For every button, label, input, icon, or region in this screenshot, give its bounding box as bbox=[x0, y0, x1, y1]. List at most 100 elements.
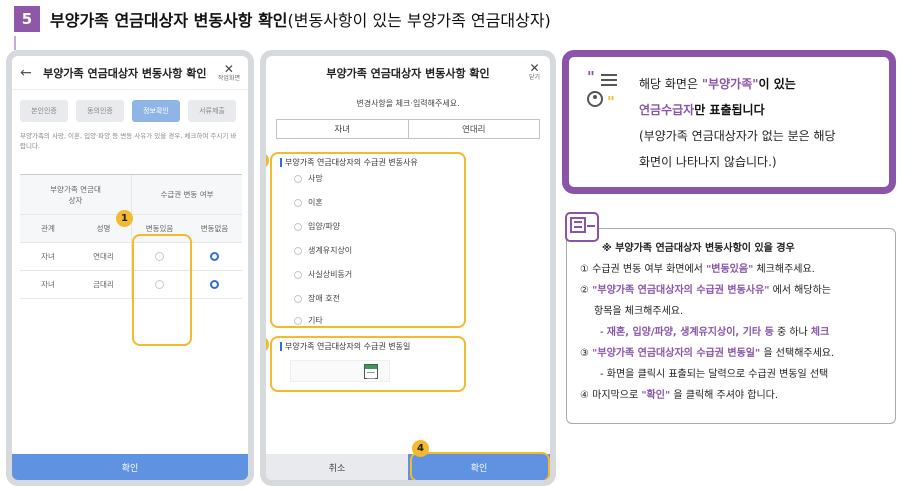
section-title: 부양가족 연금대상자 변동사항 확인 bbox=[50, 11, 288, 30]
tab-relation[interactable]: 자녀 bbox=[276, 119, 409, 139]
info-line-1: 해당 화면은 "부양가족"이 있는 bbox=[639, 71, 836, 97]
cell-name: 연대리 bbox=[76, 243, 132, 270]
reason-option[interactable]: 기타 bbox=[294, 315, 323, 326]
phone-screen-details: 부양가족 연금대상자 변동사항 확인 ✕ 닫기 변경사항을 체크·입력해주세요.… bbox=[260, 50, 556, 486]
note-text: ③ bbox=[580, 348, 593, 359]
date-section-label: 부양가족 연금대상자의 수급권 변동일 bbox=[285, 342, 411, 351]
instruction-text: 변경사항을 체크·입력해주세요. bbox=[356, 99, 460, 108]
info-line-3: (부양가족 연금대상자가 없는 분은 해당 bbox=[639, 129, 836, 143]
step-badge-4: 4 bbox=[412, 440, 429, 457]
info-callout: " " 해당 화면은 "부양가족"이 있는 연금수급자만 표출됩니다 (부양가족… bbox=[562, 50, 896, 194]
table-row: 자녀 금대리 bbox=[20, 271, 242, 299]
note-text: - bbox=[600, 327, 607, 338]
close-button[interactable]: ✕ 작업화면 bbox=[218, 63, 240, 82]
reason-label: 사망 bbox=[308, 174, 323, 183]
radio-unchanged[interactable] bbox=[210, 252, 219, 261]
note-text: ② bbox=[580, 285, 593, 296]
date-section-title: 부양가족 연금대상자의 수급권 변동일 bbox=[280, 341, 410, 352]
radio-reason[interactable] bbox=[294, 316, 302, 325]
radio-reason[interactable] bbox=[294, 294, 302, 303]
info-highlight-recipient: 연금수급자 bbox=[639, 103, 695, 117]
close-label: 닫기 bbox=[528, 74, 540, 81]
note-3: ③ "부양가족 연금대상자의 수급권 변동일" 을 선택해주세요. bbox=[580, 343, 834, 364]
reason-option[interactable]: 입양/파양 bbox=[294, 221, 340, 232]
note-highlight: "부양가족 연금대상자의 수급권 변동사유" bbox=[592, 285, 770, 296]
section-number: 5 bbox=[14, 6, 40, 32]
cell-relation: 자녀 bbox=[41, 280, 55, 289]
note-highlight: 재혼, 입양/파양, 생계유지상이, 기타 등 bbox=[606, 327, 774, 338]
note-text: 을 클릭해 주셔야 합니다. bbox=[670, 390, 779, 401]
cell-relation: 자녀 bbox=[41, 252, 55, 261]
speech-quote-icon: " " bbox=[587, 69, 617, 109]
step-badge-1: 1 bbox=[116, 210, 133, 227]
note-2-cont: 항목을 체크해주세요. bbox=[594, 306, 684, 317]
note-text: ④ 마지막으로 bbox=[580, 390, 642, 401]
note-1: ① 수급권 변동 여부 화면에서 "변동있음" 체크해주세요. bbox=[580, 259, 834, 280]
screen1-header: ← 부양가족 연금대상자 변동사항 확인 ✕ 작업화면 bbox=[12, 56, 248, 90]
highlight-changed-column bbox=[132, 234, 192, 346]
reason-option[interactable]: 이혼 bbox=[294, 197, 323, 208]
section-bar bbox=[280, 158, 282, 167]
step-consent-auth: 동의인증 bbox=[76, 100, 124, 122]
close-label: 작업화면 bbox=[217, 75, 240, 82]
cell-name: 금대리 bbox=[76, 271, 132, 298]
info-highlight-dependents: "부양가족" bbox=[701, 77, 759, 91]
reason-label: 장애 호전 bbox=[308, 294, 340, 303]
radio-reason[interactable] bbox=[294, 246, 302, 255]
reason-label: 이혼 bbox=[308, 198, 323, 207]
note-2-sub: - 재혼, 입양/파양, 생계유지상이, 기타 등 중 하나 체크 bbox=[580, 322, 834, 343]
group-header-dependents: 부양가족 연금대상자 bbox=[20, 175, 132, 214]
notes-list: ※ 부양가족 연금대상자 변동사항이 있을 경우 ① 수급권 변동 여부 화면에… bbox=[580, 238, 834, 406]
reason-option[interactable]: 장애 호전 bbox=[294, 293, 340, 304]
reason-option[interactable]: 생계유지상이 bbox=[294, 245, 352, 256]
table-group-header: 부양가족 연금대상자 수급권 변동 여부 bbox=[20, 175, 242, 215]
close-icon: ✕ bbox=[223, 62, 234, 76]
svg-text:": " bbox=[587, 69, 595, 86]
svg-text:": " bbox=[607, 93, 615, 109]
section-subtitle: (변동사항이 있는 부양가족 연금대상자) bbox=[287, 11, 551, 30]
info-text-part: 해당 화면은 bbox=[639, 77, 702, 91]
notice-text: 부양가족의 사망, 이혼, 입양·파양 등 변동 사유가 있을 경우, 체크하여… bbox=[20, 132, 237, 150]
screen2-title: 부양가족 연금대상자 변동사항 확인 bbox=[326, 67, 490, 80]
note-highlight: "변동있음" bbox=[706, 264, 754, 275]
radio-reason[interactable] bbox=[294, 270, 302, 279]
cell-unchanged bbox=[187, 243, 242, 270]
close-button[interactable]: ✕ 닫기 bbox=[529, 62, 540, 81]
screen-status: ← 부양가족 연금대상자 변동사항 확인 ✕ 작업화면 본인인증 동의인증 정보… bbox=[12, 56, 248, 480]
info-text-part: 이 있는 bbox=[758, 77, 796, 91]
reason-option[interactable]: 사실상비동거 bbox=[294, 269, 352, 280]
note-text: 중 하나 bbox=[773, 327, 811, 338]
info-line-4: 화면이 나타나지 않습니다.) bbox=[639, 155, 777, 169]
screen-details: 부양가족 연금대상자 변동사항 확인 ✕ 닫기 변경사항을 체크·입력해주세요.… bbox=[266, 56, 550, 480]
screen2-header: 부양가족 연금대상자 변동사항 확인 ✕ 닫기 bbox=[266, 56, 550, 90]
reason-option[interactable]: 사망 bbox=[294, 173, 323, 184]
section-bar bbox=[280, 342, 282, 351]
heading-accent-line bbox=[14, 36, 16, 50]
arrow-left-icon[interactable]: ← bbox=[20, 65, 32, 81]
phone-screen-status: ← 부양가족 연금대상자 변동사항 확인 ✕ 작업화면 본인인증 동의인증 정보… bbox=[6, 50, 254, 486]
calendar-icon[interactable] bbox=[364, 364, 378, 379]
col-unchanged: 변동없음 bbox=[200, 224, 229, 233]
highlight-ok-button bbox=[410, 452, 550, 480]
info-text: 해당 화면은 "부양가족"이 있는 연금수급자만 표출됩니다 (부양가족 연금대… bbox=[639, 71, 836, 175]
step-identity-auth: 본인인증 bbox=[20, 100, 68, 122]
confirm-button[interactable]: 확인 bbox=[12, 454, 248, 480]
radio-reason[interactable] bbox=[294, 222, 302, 231]
step-document-submit: 서류제출 bbox=[188, 100, 236, 122]
note-3-sub: - 화면을 클릭시 표출되는 달력으로 수급권 변동일 선택 bbox=[600, 369, 829, 380]
note-4: ④ 마지막으로 "확인" 을 클릭해 주셔야 합니다. bbox=[580, 385, 834, 406]
step-badge-3: 3 bbox=[266, 336, 269, 353]
info-text-part: 만 표출됩니다 bbox=[694, 103, 765, 117]
note-text: 체크해주세요. bbox=[753, 264, 815, 275]
radio-reason[interactable] bbox=[294, 174, 302, 183]
step-badge-2: 2 bbox=[266, 152, 269, 169]
note-highlight: "부양가족 연금대상자의 수급권 변동일" bbox=[592, 348, 761, 359]
step-info-check: 정보확인 bbox=[132, 100, 180, 122]
radio-reason[interactable] bbox=[294, 198, 302, 207]
cancel-button[interactable]: 취소 bbox=[266, 454, 408, 480]
close-icon: ✕ bbox=[529, 61, 540, 75]
info-line-2: 연금수급자만 표출됩니다 bbox=[639, 97, 836, 123]
radio-unchanged[interactable] bbox=[210, 280, 219, 289]
reason-section-title: 부양가족 연금대상자의 수급권 변동사유 bbox=[280, 157, 418, 168]
tab-name[interactable]: 연대리 bbox=[408, 119, 540, 139]
